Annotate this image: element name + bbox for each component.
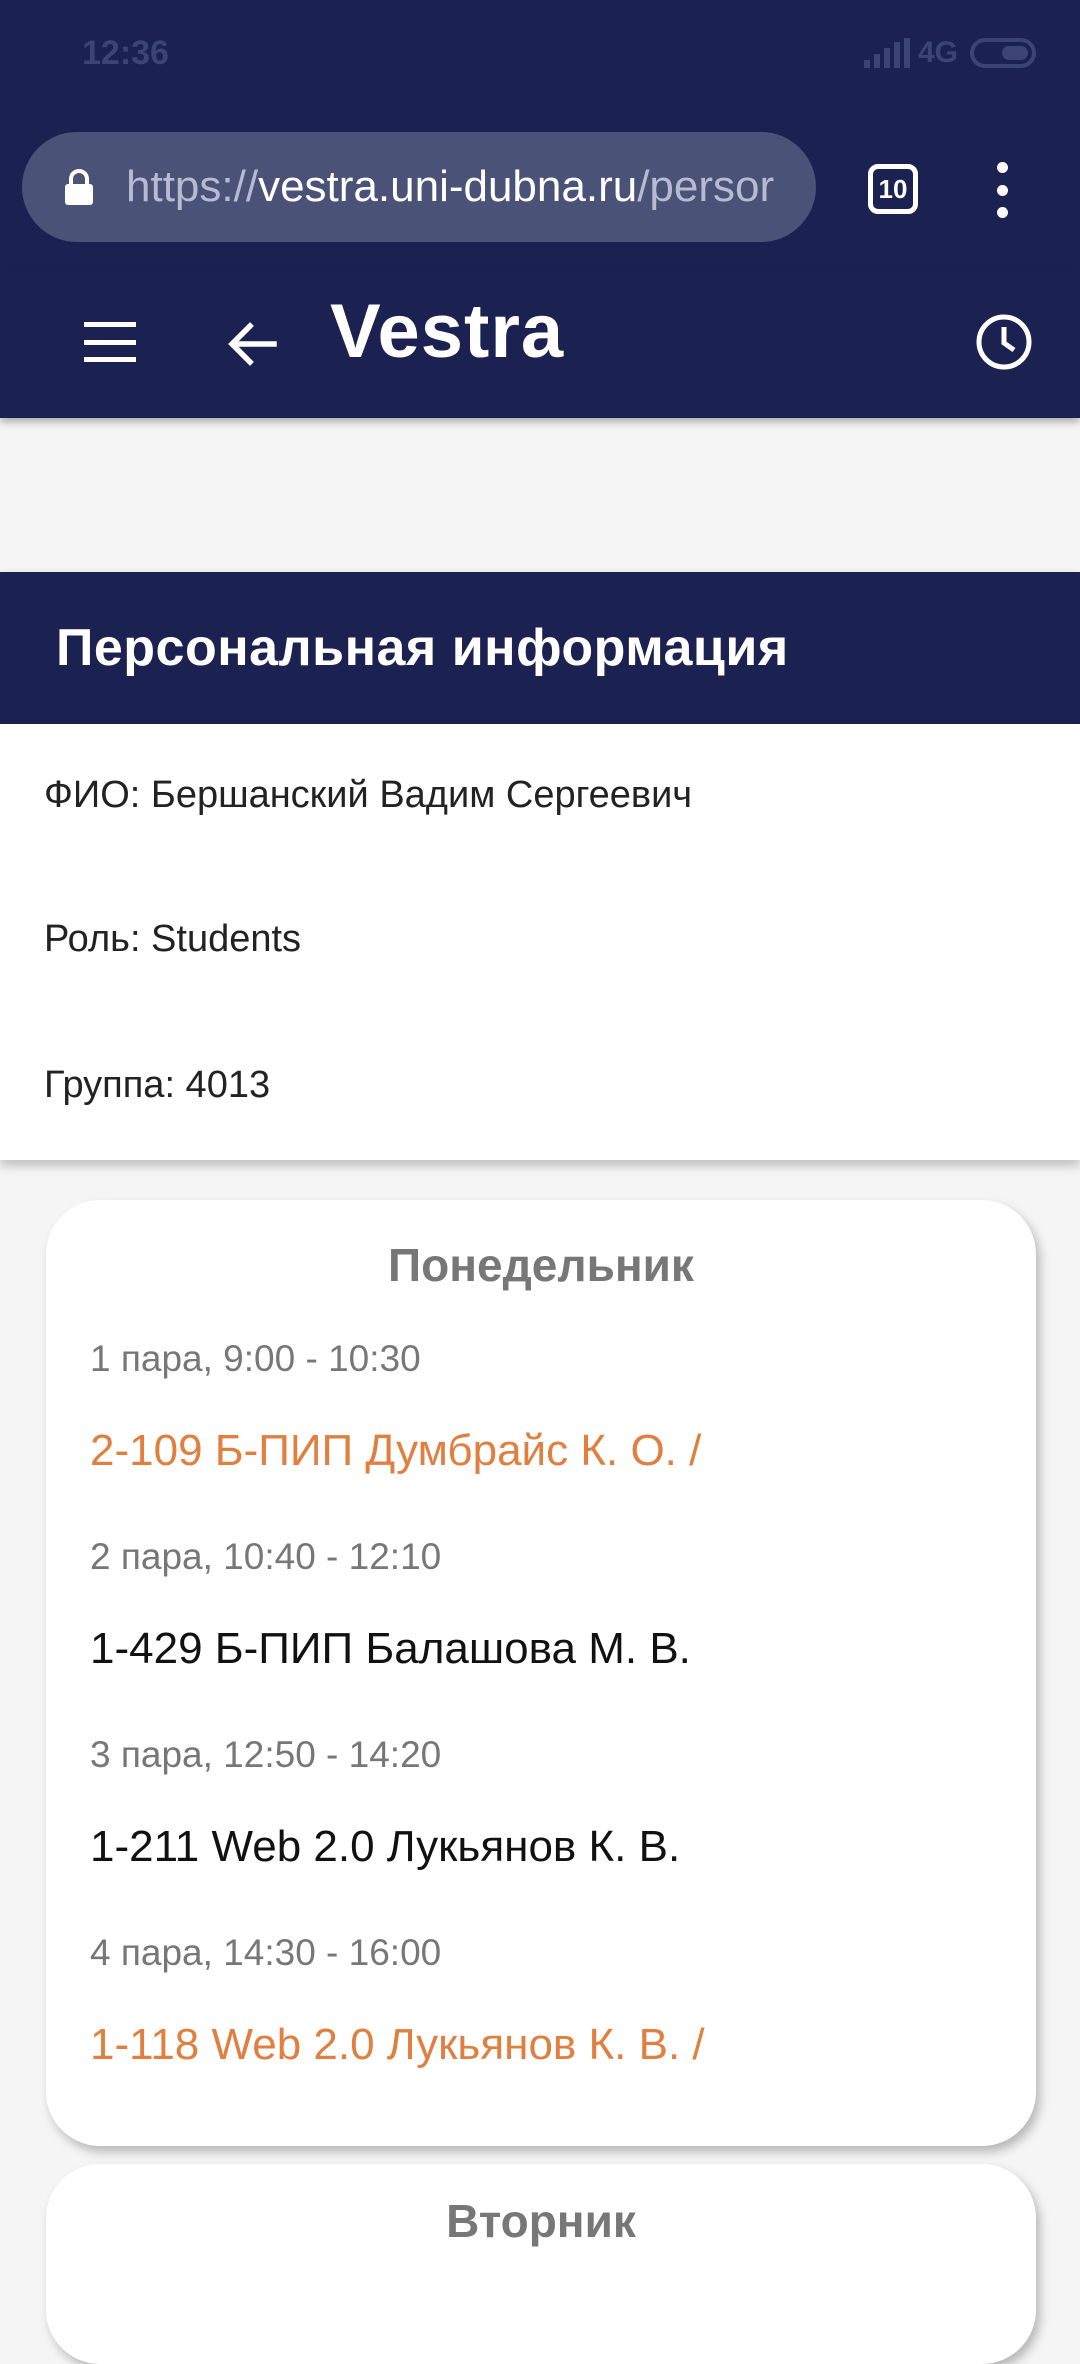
role-text: Роль: Students (44, 918, 302, 960)
day-title: Вторник (446, 2195, 636, 2247)
url-text: https://vestra.uni-dubna.ru/persor (126, 162, 774, 212)
lesson-subject: 1-211 Web 2.0 Лукьянов К. В. (90, 1822, 681, 1871)
lesson-time: 2 пара, 10:40 - 12:10 (90, 1536, 442, 1577)
tabs-button[interactable]: 10 (868, 164, 918, 214)
status-bar: 12:36 4G (0, 0, 1080, 112)
group-text: Группа: 4013 (44, 1064, 271, 1106)
more-vert-icon[interactable] (990, 162, 1014, 218)
lock-icon (65, 169, 93, 205)
day-card-tuesday: Вторник (46, 2164, 1036, 2364)
signal-icon (863, 38, 910, 68)
lesson-subject[interactable]: 2-109 Б-ПИП Думбрайс К. О. / (90, 1426, 701, 1476)
clock-icon[interactable] (974, 312, 1034, 372)
url-bar[interactable]: https://vestra.uni-dubna.ru/persor (22, 132, 816, 242)
lesson-time: 1 пара, 9:00 - 10:30 (90, 1338, 421, 1379)
app-title: Vestra (330, 289, 565, 374)
status-indicators: 4G (863, 36, 1036, 70)
back-arrow-icon[interactable] (226, 318, 278, 370)
lesson-subject: 1-429 Б-ПИП Балашова М. В. (90, 1624, 691, 1673)
battery-icon (970, 38, 1036, 68)
url-scheme: https:// (126, 162, 259, 211)
menu-icon[interactable] (84, 322, 136, 362)
lesson-time: 4 пара, 14:30 - 16:00 (90, 1932, 442, 1973)
lesson-subject[interactable]: 1-118 Web 2.0 Лукьянов К. В. / (90, 2020, 705, 2070)
lesson-time: 3 пара, 12:50 - 14:20 (90, 1734, 442, 1775)
personal-info-card: ФИО: Бершанский Вадим Сергеевич Роль: St… (0, 724, 1080, 1160)
url-path: /persor (637, 162, 775, 211)
app-bar: Vestra (0, 272, 1080, 418)
url-host: vestra.uni-dubna.ru (258, 162, 638, 211)
fio-text: ФИО: Бершанский Вадим Сергеевич (44, 774, 693, 816)
day-title: Понедельник (388, 1239, 694, 1291)
browser-toolbar: https://vestra.uni-dubna.ru/persor 10 (0, 112, 1080, 272)
day-card-monday: Понедельник 1 пара, 9:00 - 10:30 2-109 Б… (46, 1200, 1036, 2146)
network-type: 4G (917, 36, 958, 69)
status-time: 12:36 (82, 34, 169, 72)
personal-info-title: Персональная информация (56, 619, 789, 677)
personal-info-header: Персональная информация (0, 572, 1080, 724)
